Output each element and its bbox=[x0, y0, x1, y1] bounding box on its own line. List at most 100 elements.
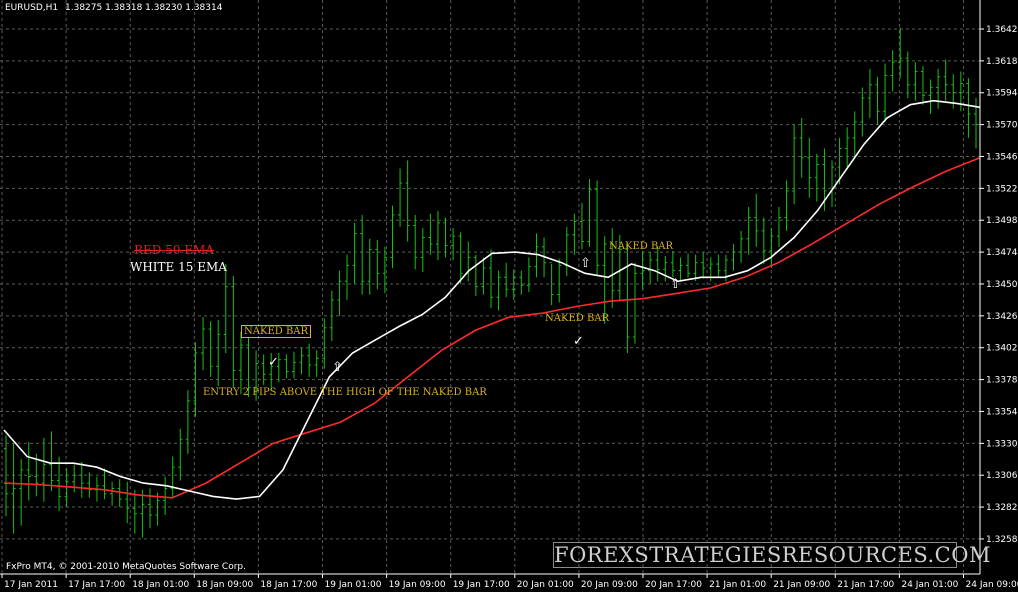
ohlc-bar bbox=[87, 472, 92, 498]
ohlc-bar bbox=[731, 244, 736, 271]
y-tick-label: 1.36180 bbox=[986, 57, 1018, 67]
chart-window[interactable]: 1.36420 1.36180 1.35940 1.35700 1.35460 1.352… bbox=[0, 0, 1018, 592]
x-tick-label: 21 Jan 17:00 bbox=[837, 580, 894, 590]
ohlc-bar bbox=[769, 228, 774, 269]
ohlc-bar bbox=[898, 27, 903, 79]
ohlc-bar bbox=[57, 456, 62, 512]
ohlc-bar bbox=[49, 431, 54, 492]
legend-white-ema: WHITE 15 EMA bbox=[130, 260, 227, 274]
copyright-text: FxPro MT4, © 2001-2010 MetaQuotes Softwa… bbox=[6, 562, 246, 572]
ohlc-bar bbox=[496, 270, 501, 311]
y-tick-label: 1.33060 bbox=[986, 471, 1018, 481]
ohlc-bar bbox=[451, 228, 456, 261]
ohlc-bar bbox=[670, 250, 675, 278]
ohlc-bar bbox=[852, 111, 857, 158]
ohlc-bar bbox=[587, 179, 592, 247]
ohlc-bar bbox=[11, 443, 16, 534]
ohlc-bar bbox=[360, 214, 365, 295]
ohlc-bar bbox=[390, 205, 395, 269]
ohlc-bar bbox=[913, 62, 918, 101]
ohlc-bar bbox=[163, 476, 168, 516]
ohlc-bar bbox=[632, 262, 637, 344]
ohlc-bar bbox=[405, 160, 410, 242]
ohlc-bar bbox=[435, 210, 440, 261]
ohlc-bar bbox=[936, 68, 941, 109]
ohlc-bar bbox=[595, 180, 600, 276]
y-tick-label: 1.35940 bbox=[986, 89, 1018, 99]
y-tick-label: 1.36420 bbox=[986, 25, 1018, 35]
ohlc-bar bbox=[845, 127, 850, 168]
check-icon: ✓ bbox=[268, 355, 279, 370]
ohlc-bar bbox=[110, 481, 115, 506]
ohlc-bar bbox=[526, 257, 531, 292]
ohlc-bar bbox=[125, 481, 130, 523]
up-arrow-icon: ⇧ bbox=[580, 256, 591, 271]
ohlc-bar bbox=[291, 351, 296, 379]
ohlc-bar bbox=[943, 59, 948, 101]
ohlc-bar bbox=[860, 87, 865, 137]
ohlc-bar bbox=[216, 319, 221, 387]
symbol-label: EURUSD,H1 bbox=[5, 3, 59, 13]
price-chart[interactable]: 1.36420 1.36180 1.35940 1.35700 1.35460 1.352… bbox=[0, 0, 1018, 592]
ohlc-bar bbox=[867, 68, 872, 118]
ema-50-line bbox=[3, 157, 981, 499]
ohlc-bar bbox=[466, 241, 471, 282]
x-tick-label: 21 Jan 01:00 bbox=[709, 580, 766, 590]
y-tick-label: 1.33540 bbox=[986, 407, 1018, 417]
ohlc-bar bbox=[307, 343, 312, 377]
ohlc-bar bbox=[420, 228, 425, 273]
x-tick-label: 20 Jan 17:00 bbox=[645, 580, 702, 590]
y-tick-label: 1.35220 bbox=[986, 184, 1018, 194]
ohlc-bar bbox=[170, 456, 175, 498]
ema-15-line bbox=[3, 99, 981, 500]
ohlc-bar bbox=[481, 257, 486, 295]
y-tick-label: 1.35700 bbox=[986, 121, 1018, 131]
ohlc-bar bbox=[314, 350, 319, 377]
ohlc-bar bbox=[132, 489, 137, 534]
x-tick-label: 18 Jan 01:00 bbox=[132, 580, 189, 590]
ohlc-bar bbox=[261, 354, 266, 385]
ohlc-bar bbox=[648, 252, 653, 284]
y-tick-label: 1.32820 bbox=[986, 503, 1018, 513]
x-tick-label: 20 Jan 01:00 bbox=[517, 580, 574, 590]
ohlc-bar bbox=[398, 168, 403, 227]
axes: 1.36420 1.36180 1.35940 1.35700 1.35460 1.352… bbox=[0, 0, 1018, 590]
ohlc-bar bbox=[746, 206, 751, 255]
ohlc-bar bbox=[458, 232, 463, 284]
ohlc-bar bbox=[701, 252, 706, 279]
ohlc-bar bbox=[413, 214, 418, 270]
legend-red-ema: RED 50 EMA bbox=[134, 243, 215, 257]
ohlc-bar bbox=[579, 202, 584, 250]
ohlc-bar bbox=[625, 242, 630, 354]
ohlc-bar bbox=[557, 258, 562, 303]
ohlc-bar bbox=[739, 230, 744, 263]
ohlc-bar bbox=[352, 222, 357, 284]
quote-values: 1.38275 1.38318 1.38230 1.38314 bbox=[65, 3, 223, 13]
ohlc-bar bbox=[337, 270, 342, 316]
ohlc-bar bbox=[830, 160, 835, 207]
ohlc-bar bbox=[564, 226, 569, 276]
y-tick-label: 1.34260 bbox=[986, 312, 1018, 322]
ohlc-bar bbox=[26, 441, 31, 501]
ohlc-bar bbox=[41, 437, 46, 502]
x-tick-label: 21 Jan 09:00 bbox=[773, 580, 830, 590]
x-tick-label: 24 Jan 09:00 bbox=[966, 580, 1018, 590]
x-tick-label: 17 Jan 17:00 bbox=[68, 580, 125, 590]
ohlc-bar bbox=[19, 459, 24, 526]
ohlc-bar bbox=[814, 153, 819, 202]
ohlc-bar bbox=[140, 489, 145, 538]
ohlc-bar bbox=[928, 79, 933, 114]
y-tick-label: 1.34500 bbox=[986, 280, 1018, 290]
ohlc-bar bbox=[875, 76, 880, 125]
ohlc-bar bbox=[799, 117, 804, 178]
ohlc-bar bbox=[231, 275, 236, 388]
ohlc-bar bbox=[79, 461, 84, 498]
ohlc-bar bbox=[201, 317, 206, 371]
x-tick-label: 19 Jan 01:00 bbox=[325, 580, 382, 590]
ohlc-bar bbox=[367, 238, 372, 295]
watermark: FOREXSTRATEGIESRESOURCES.COM bbox=[553, 542, 991, 568]
ohlc-bar bbox=[147, 488, 152, 529]
ohlc-bar bbox=[72, 464, 77, 493]
y-tick-label: 1.33780 bbox=[986, 376, 1018, 386]
ohlc-bar bbox=[519, 270, 524, 295]
